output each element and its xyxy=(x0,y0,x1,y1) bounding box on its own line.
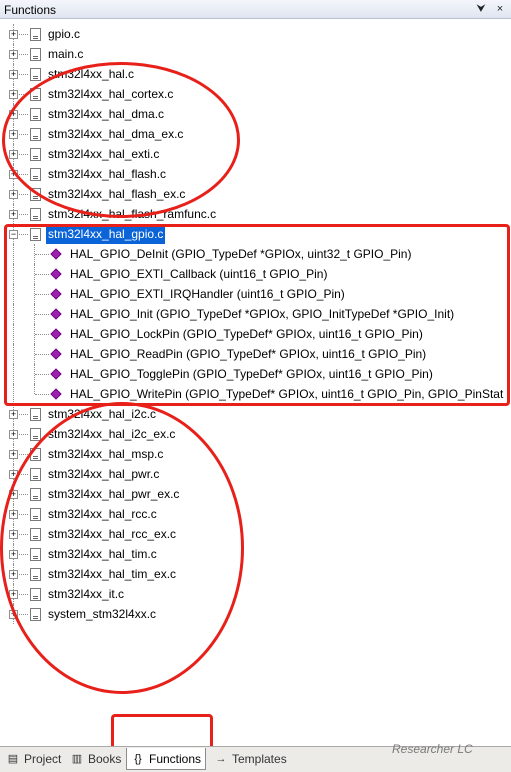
pin-icon[interactable]: ⮟ xyxy=(474,2,488,16)
expand-icon[interactable]: + xyxy=(9,30,18,39)
expand-icon[interactable]: + xyxy=(9,90,18,99)
expand-icon[interactable]: + xyxy=(9,190,18,199)
tree-file-row[interactable]: + gpio.c xyxy=(0,24,511,44)
tab-templates[interactable]: → Templates xyxy=(210,748,288,770)
tab-functions[interactable]: {} Functions xyxy=(126,748,206,770)
tab-books[interactable]: ▥ Books xyxy=(66,748,122,770)
tab-project[interactable]: ▤ Project xyxy=(2,748,64,770)
expand-icon[interactable]: + xyxy=(9,430,18,439)
close-icon[interactable]: × xyxy=(493,2,507,16)
annotation-ellipse-bottom xyxy=(0,402,244,694)
file-icon xyxy=(30,68,41,81)
braces-icon: {} xyxy=(134,753,142,765)
expand-icon[interactable]: + xyxy=(9,210,18,219)
tree-file-row[interactable]: + main.c xyxy=(0,44,511,64)
tab-label: Project xyxy=(24,752,62,766)
books-icon: ▥ xyxy=(71,753,83,765)
project-icon: ▤ xyxy=(7,753,19,765)
templates-icon: → xyxy=(215,753,227,765)
file-icon xyxy=(30,208,41,221)
expand-icon[interactable]: + xyxy=(9,450,18,459)
file-icon xyxy=(30,408,41,421)
annotation-ellipse-top xyxy=(2,62,240,218)
panel-title: Functions xyxy=(4,3,57,17)
file-icon xyxy=(30,48,41,61)
file-name: gpio.c xyxy=(48,27,81,41)
file-icon xyxy=(30,28,41,41)
tab-label: Templates xyxy=(232,752,287,766)
tab-label: Functions xyxy=(149,752,202,766)
expand-icon[interactable]: + xyxy=(9,410,18,419)
tab-label: Books xyxy=(88,752,122,766)
expand-icon[interactable]: + xyxy=(9,50,18,59)
watermark: Researcher LC xyxy=(392,742,473,756)
file-name: main.c xyxy=(48,47,84,61)
annotation-rect-gpio xyxy=(4,224,510,406)
expand-icon[interactable]: + xyxy=(9,70,18,79)
panel-header: Functions ⮟ × xyxy=(0,0,511,19)
